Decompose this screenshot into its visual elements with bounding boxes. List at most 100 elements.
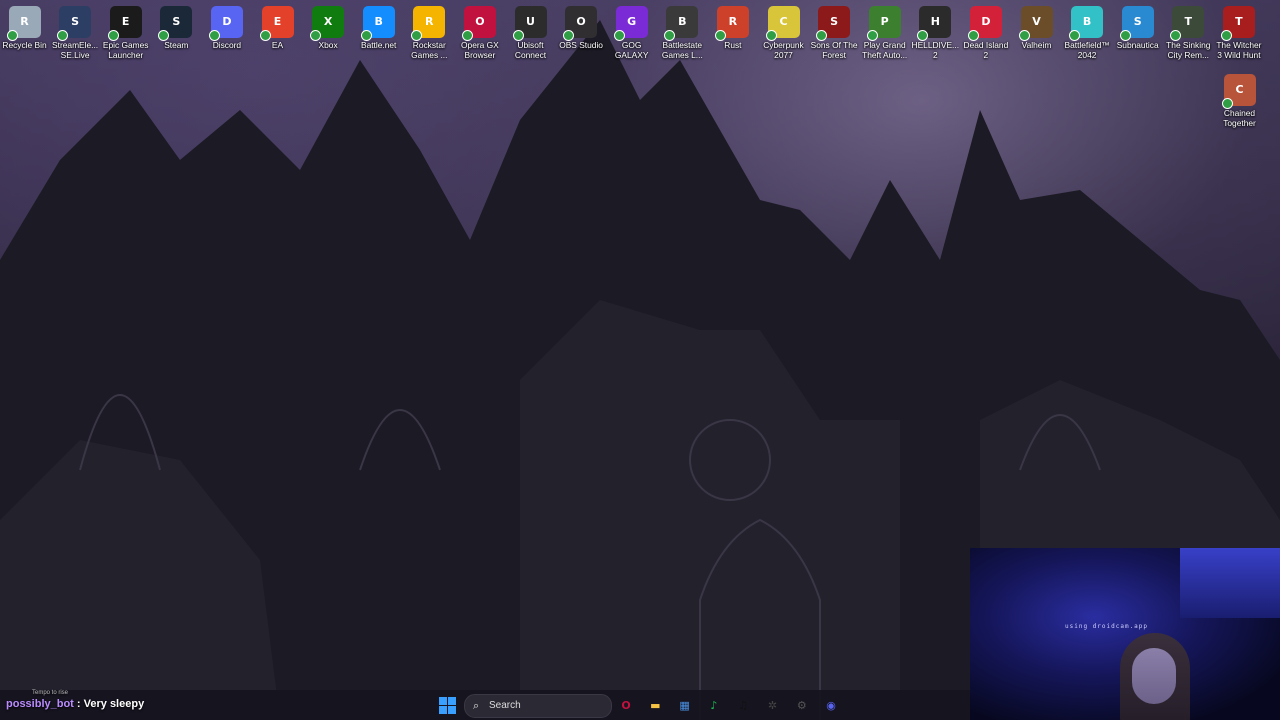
- battlestate-icon: B: [664, 6, 699, 41]
- desktop-icon-label: Battle.net: [360, 40, 397, 50]
- sync-check-icon: [765, 30, 777, 41]
- desktop-icon-obs[interactable]: O OBS Studio: [556, 4, 607, 50]
- discord-icon: D: [208, 6, 243, 41]
- sync-check-icon: [107, 30, 119, 41]
- desktop-icon-label: Rust: [724, 40, 742, 50]
- helldivers-icon: H: [917, 6, 952, 41]
- file-explorer-icon: ▬: [650, 699, 661, 712]
- desktop-icon-cyberpunk[interactable]: C Cyberpunk 2077: [758, 4, 809, 60]
- desktop-icon-xbox[interactable]: X Xbox: [303, 4, 354, 50]
- desktop-icon-helldivers[interactable]: H HELLDIVE... 2: [910, 4, 961, 60]
- taskbar-file-explorer-button[interactable]: ▬: [646, 697, 664, 715]
- gta-v-icon: P: [866, 6, 901, 41]
- taskbar-spotify-button[interactable]: ♪: [705, 697, 723, 715]
- desktop-icon-label: Sons Of The Forest: [810, 40, 858, 60]
- battlenet-icon: B: [360, 6, 395, 41]
- windows-logo-tile: [439, 706, 447, 714]
- streamer-face: [1132, 648, 1176, 704]
- sync-check-icon: [512, 30, 524, 41]
- taskbar-discord-button[interactable]: ◉: [822, 697, 840, 715]
- desktop-icon-recycle-bin[interactable]: R Recycle Bin: [0, 4, 50, 50]
- desktop-icon-label: Dead Island 2: [963, 40, 1009, 60]
- opera-gx-icon: O: [461, 6, 496, 41]
- sync-check-icon: [208, 30, 220, 41]
- desktop-icon-gta-v[interactable]: P Play Grand Theft Auto...: [859, 4, 910, 60]
- sync-check-icon: [714, 30, 726, 41]
- desktop-icon-label: The Witcher 3 Wild Hunt: [1216, 40, 1262, 60]
- sync-check-icon: [967, 30, 979, 41]
- settings-gear-icon: ⚙: [796, 699, 807, 712]
- ea-icon: E: [259, 6, 294, 41]
- desktop-icon-ea[interactable]: E EA: [252, 4, 303, 50]
- desktop-icon-steam[interactable]: S Steam: [151, 4, 202, 50]
- sync-check-icon: [461, 30, 473, 41]
- webcam-background-light: [1180, 548, 1280, 618]
- desktop-icon-streamelements[interactable]: S StreamEle... SE.Live: [50, 4, 101, 60]
- taskbar-tiktok-button[interactable]: ♫: [734, 697, 752, 715]
- desktop-icon-label: Recycle Bin: [2, 40, 47, 50]
- desktop-icon-sons-of-the-forest[interactable]: S Sons Of The Forest: [809, 4, 860, 60]
- spotify-icon: ♪: [710, 699, 718, 712]
- desktop-icon-label: HELLDIVE... 2: [911, 40, 960, 60]
- chat-username: possibly_bot: [6, 698, 74, 710]
- desktop-icon-label: The Sinking City Rem...: [1166, 40, 1211, 60]
- desktop-icon-label: Subnautica: [1116, 40, 1159, 50]
- desktop-icon-gog-galaxy[interactable]: G GOG GALAXY: [606, 4, 657, 60]
- desktop-icon-subnautica[interactable]: S Subnautica: [1112, 4, 1163, 50]
- desktop-icon-label: GOG GALAXY: [614, 40, 649, 60]
- desktop-icon-battlefield[interactable]: B Battlefield™ 2042: [1062, 4, 1113, 60]
- taskbar-chatgpt-button[interactable]: ✲: [764, 697, 782, 715]
- chatgpt-icon: ✲: [767, 699, 778, 712]
- chat-message: Very sleepy: [83, 698, 145, 710]
- desktop-icon-battlestate[interactable]: B Battlestate Games L...: [657, 4, 708, 60]
- gog-galaxy-icon: G: [613, 6, 648, 41]
- sinking-city-icon: T: [1170, 6, 1205, 41]
- chat-separator: :: [76, 698, 81, 710]
- windows-logo-icon: [439, 697, 447, 705]
- sync-check-icon: [1221, 98, 1233, 109]
- desktop-icon-epic-games[interactable]: E Epic Games Launcher: [100, 4, 151, 60]
- desktop-icon-discord[interactable]: D Discord: [201, 4, 252, 50]
- epic-games-icon: E: [107, 6, 142, 41]
- dead-island-icon: D: [967, 6, 1002, 41]
- taskbar-settings-gear-button[interactable]: ⚙: [793, 697, 811, 715]
- sync-check-icon: [259, 30, 271, 41]
- subnautica-icon: S: [1119, 6, 1154, 41]
- chat-overlay-small-text: Tempo to rise: [32, 690, 69, 696]
- sync-check-icon: [1018, 30, 1030, 41]
- webcam-overlay-text: using droidcam.app: [1065, 623, 1149, 630]
- desktop-icon-label: Opera GX Browser: [461, 40, 499, 60]
- windows-logo-tile: [448, 706, 456, 714]
- opera-gx-icon: O: [621, 699, 631, 712]
- chained-together-icon: C: [1221, 74, 1256, 109]
- desktop-icons-area: R Recycle Bin S StreamEle... SE.Live E Epic G…: [0, 4, 1280, 134]
- desktop-icon-dead-island[interactable]: D Dead Island 2: [960, 4, 1011, 60]
- desktop-icon-opera-gx[interactable]: O Opera GX Browser: [454, 4, 505, 60]
- sync-check-icon: [866, 30, 878, 41]
- sync-check-icon: [1220, 30, 1232, 41]
- discord-icon: ◉: [826, 699, 836, 712]
- xbox-icon: X: [310, 6, 345, 41]
- cyberpunk-icon: C: [765, 6, 800, 41]
- ubisoft-icon: U: [512, 6, 547, 41]
- taskbar-opera-gx-button[interactable]: O: [617, 697, 635, 715]
- taskbar-microsoft-store-button[interactable]: ▦: [676, 697, 694, 715]
- search-icon: ⌕: [473, 699, 480, 712]
- tiktok-icon: ♫: [738, 699, 749, 712]
- desktop-icon-rust[interactable]: R Rust: [707, 4, 758, 50]
- desktop-icon-label: Steam: [164, 40, 189, 50]
- desktop-icon-ubisoft[interactable]: U Ubisoft Connect: [505, 4, 556, 60]
- desktop-icon-label: Chained Together: [1223, 108, 1256, 128]
- desktop-icon-label: Ubisoft Connect: [514, 40, 547, 60]
- recycle-bin-icon: R: [6, 6, 41, 41]
- desktop-icon-rockstar[interactable]: R Rockstar Games ...: [404, 4, 455, 60]
- taskbar-search-box[interactable]: ⌕ Search: [464, 694, 612, 718]
- desktop-icon-battlenet[interactable]: B Battle.net: [353, 4, 404, 50]
- desktop-icon-chained-together[interactable]: C Chained Together: [1214, 72, 1265, 128]
- desktop-icon-witcher[interactable]: T The Witcher 3 Wild Hunt: [1213, 4, 1264, 60]
- search-placeholder: Search: [489, 700, 521, 711]
- start-button[interactable]: [439, 697, 456, 714]
- rockstar-icon: R: [411, 6, 446, 41]
- desktop-icon-valheim[interactable]: V Valheim: [1011, 4, 1062, 50]
- desktop-icon-sinking-city[interactable]: T The Sinking City Rem...: [1163, 4, 1214, 60]
